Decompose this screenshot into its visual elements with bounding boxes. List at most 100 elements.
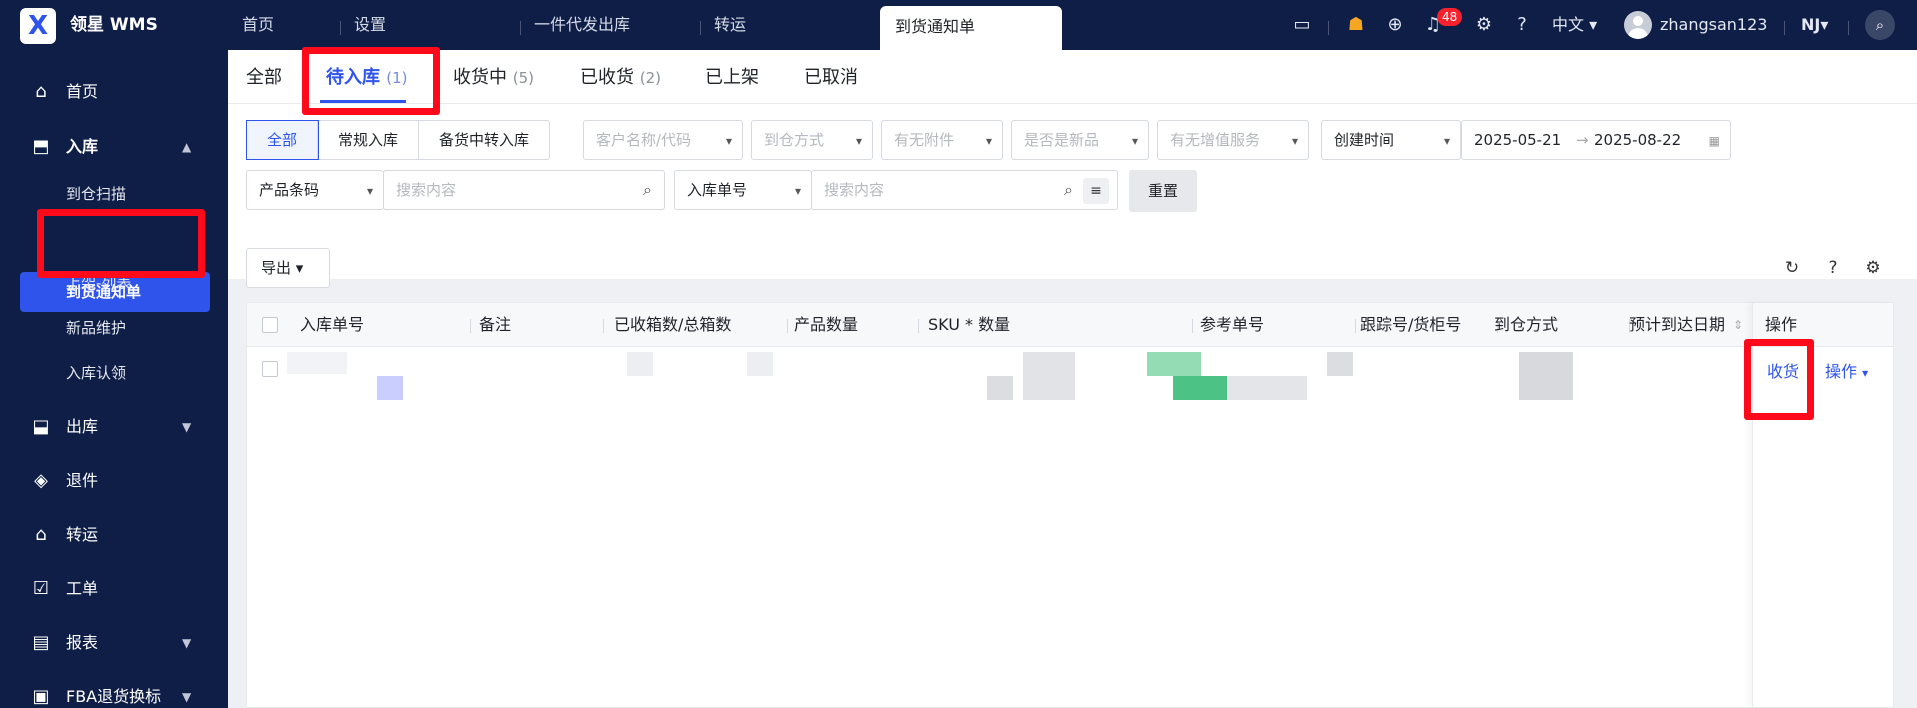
robot-icon[interactable]: ☗ [1344, 13, 1368, 37]
toolbar-separator [1328, 21, 1329, 35]
app-logo[interactable]: X [20, 8, 56, 44]
column-header[interactable]: SKU * 数量 [928, 314, 1010, 336]
transfer-icon: ⌂ [35, 524, 47, 545]
segment-transfer[interactable]: 备货中转入库 [419, 121, 549, 159]
sidebar-item-report[interactable]: ▤ 报表 ▼ [0, 623, 228, 663]
redacted-cell [747, 352, 773, 376]
column-header[interactable]: 跟踪号/货柜号 [1360, 314, 1461, 336]
search-icon[interactable]: ⌕ [1064, 179, 1073, 201]
sidebar-item-fba[interactable]: ▣ FBA退货换标 ▼ [0, 677, 228, 708]
toolbar-separator [1784, 21, 1785, 35]
nav-separator [520, 21, 521, 35]
sidebar-item-label: 报表 [66, 633, 99, 652]
global-search-icon[interactable]: ⌕ [1865, 10, 1895, 40]
username[interactable]: zhangsan123 [1660, 13, 1767, 37]
row-checkbox[interactable] [262, 361, 278, 377]
column-settings-icon[interactable]: ⚙ [1861, 256, 1885, 280]
logo-icon: X [27, 11, 49, 41]
nav-tab-home[interactable]: 首页 [242, 13, 274, 37]
sidebar-item-inbound[interactable]: ⬒ 入库 ▲ [0, 127, 228, 167]
help-icon[interactable]: ? [1821, 256, 1845, 280]
org-selector[interactable]: NJ▾ [1801, 13, 1828, 37]
segment-all[interactable]: 全部 [245, 120, 320, 160]
select-placeholder: 是否是新品 [1024, 131, 1100, 149]
more-actions-label: 操作 [1825, 362, 1858, 381]
chevron-down-icon: ▾ [1820, 15, 1829, 34]
sidebar-item-returns[interactable]: ◈ 退件 [0, 461, 228, 501]
sort-icon[interactable]: ⇕ [1733, 314, 1743, 336]
redacted-cell [987, 376, 1013, 400]
column-header[interactable]: 产品数量 [794, 314, 858, 336]
sidebar-item-label: 工单 [66, 579, 99, 598]
sidebar-item-label: 转运 [66, 525, 99, 544]
refresh-icon[interactable]: ↻ [1780, 256, 1804, 280]
reset-button[interactable]: 重置 [1129, 170, 1197, 212]
customer-select[interactable]: 客户名称/代码 ▾ [583, 120, 743, 160]
work-order-icon: ☑ [32, 578, 50, 599]
tab-all[interactable]: 全部 [246, 65, 282, 91]
product-field-select[interactable]: 产品条码 ▾ [246, 170, 384, 210]
select-placeholder: 有无增值服务 [1170, 131, 1261, 149]
chevron-down-icon: ▾ [794, 184, 801, 198]
column-header-label: 操作 [1765, 315, 1798, 334]
select-placeholder: 有无附件 [894, 131, 955, 149]
tab-received[interactable]: 已收货 (2) [580, 65, 661, 91]
sidebar-subitem-claim[interactable]: 入库认领 [66, 362, 126, 384]
order-field-select[interactable]: 入库单号 ▾ [674, 170, 812, 210]
sidebar-item-home[interactable]: ⌂ 首页 [0, 72, 228, 112]
more-actions-dropdown[interactable]: 操作 ▾ [1825, 361, 1868, 384]
attachment-select[interactable]: 有无附件 ▾ [881, 120, 1003, 160]
language-selector[interactable]: 中文 ▾ [1552, 13, 1597, 37]
inbound-icon: ⬒ [32, 136, 50, 157]
download-icon[interactable]: ⊕ [1383, 13, 1407, 37]
batch-input-icon[interactable]: ≡ [1083, 178, 1109, 204]
settings-icon[interactable]: ⚙ [1472, 13, 1496, 37]
value-added-select[interactable]: 有无增值服务 ▾ [1157, 120, 1309, 160]
column-divider [1355, 319, 1356, 333]
column-header[interactable]: 到仓方式 [1494, 314, 1558, 336]
product-search-input[interactable]: 搜索内容 ⌕ [383, 170, 665, 210]
new-product-select[interactable]: 是否是新品 ▾ [1011, 120, 1149, 160]
sidebar-subitem-new-product[interactable]: 新品维护 [66, 317, 126, 339]
column-header[interactable]: 备注 [479, 314, 511, 336]
help-icon[interactable]: ? [1510, 13, 1534, 37]
chevron-down-icon: ▾ [1589, 15, 1598, 34]
order-search-input[interactable]: 搜索内容 ⌕ ≡ [811, 170, 1118, 210]
sidebar-item-outbound[interactable]: ⬓ 出库 ▼ [0, 407, 228, 447]
date-end: 2025-08-22 [1594, 131, 1682, 149]
sidebar: ⌂ 首页 ⬒ 入库 ▲ 到仓扫描 到货通知单 上架-列表 新品维护 入库认领 ⬓… [0, 50, 228, 708]
nav-tab-transfer[interactable]: 转运 [714, 13, 746, 37]
nav-tab-settings[interactable]: 设置 [354, 13, 386, 37]
avatar[interactable] [1624, 11, 1652, 39]
redacted-cell [287, 352, 347, 374]
segment-regular[interactable]: 常规入库 [318, 121, 420, 159]
chevron-down-icon: ▼ [182, 636, 192, 650]
column-header[interactable]: 参考单号 [1200, 314, 1264, 336]
data-table: 入库单号 备注 已收箱数/总箱数 产品数量 SKU * 数量 参考单号 跟踪号/… [246, 302, 1894, 708]
tab-cancelled[interactable]: 已取消 [804, 65, 858, 91]
app-name: 领星 WMS [70, 15, 158, 35]
time-field-select[interactable]: 创建时间 ▾ [1321, 120, 1461, 160]
nav-tab-arrival-notice[interactable]: 到货通知单 [880, 6, 1062, 50]
tab-receiving[interactable]: 收货中 (5) [453, 65, 534, 91]
nav-tab-dropship[interactable]: 一件代发出库 [534, 13, 630, 37]
arrival-method-select[interactable]: 到仓方式 ▾ [751, 120, 873, 160]
sidebar-item-transfer[interactable]: ⌂ 转运 [0, 515, 228, 555]
date-range-picker[interactable]: 2025-05-21 → 2025-08-22 ▦ [1461, 120, 1731, 160]
sidebar-item-work-order[interactable]: ☑ 工单 [0, 569, 228, 609]
filter-panel: 全部 常规入库 备货中转入库 客户名称/代码 ▾ 到仓方式 ▾ 有无附件 ▾ 是否是新… [228, 104, 1917, 279]
inbox-icon[interactable]: ▭ [1290, 13, 1314, 37]
tab-shelved[interactable]: 已上架 [705, 65, 759, 91]
table-header: 入库单号 备注 已收箱数/总箱数 产品数量 SKU * 数量 参考单号 跟踪号/… [247, 303, 1893, 347]
redacted-cell [1519, 352, 1573, 400]
fba-icon: ▣ [32, 686, 50, 707]
sidebar-subitem-scan[interactable]: 到仓扫描 [66, 183, 126, 205]
search-icon[interactable]: ⌕ [643, 179, 652, 201]
column-header[interactable]: 已收箱数/总箱数 [614, 314, 731, 336]
export-button[interactable]: 导出 ▾ [246, 248, 330, 288]
column-header[interactable]: 预计到达日期 [1629, 314, 1725, 336]
chevron-down-icon: ▾ [1443, 134, 1450, 148]
select-all-checkbox[interactable] [262, 317, 278, 333]
column-header[interactable]: 入库单号 [300, 314, 364, 336]
tab-count: (5) [512, 69, 534, 87]
